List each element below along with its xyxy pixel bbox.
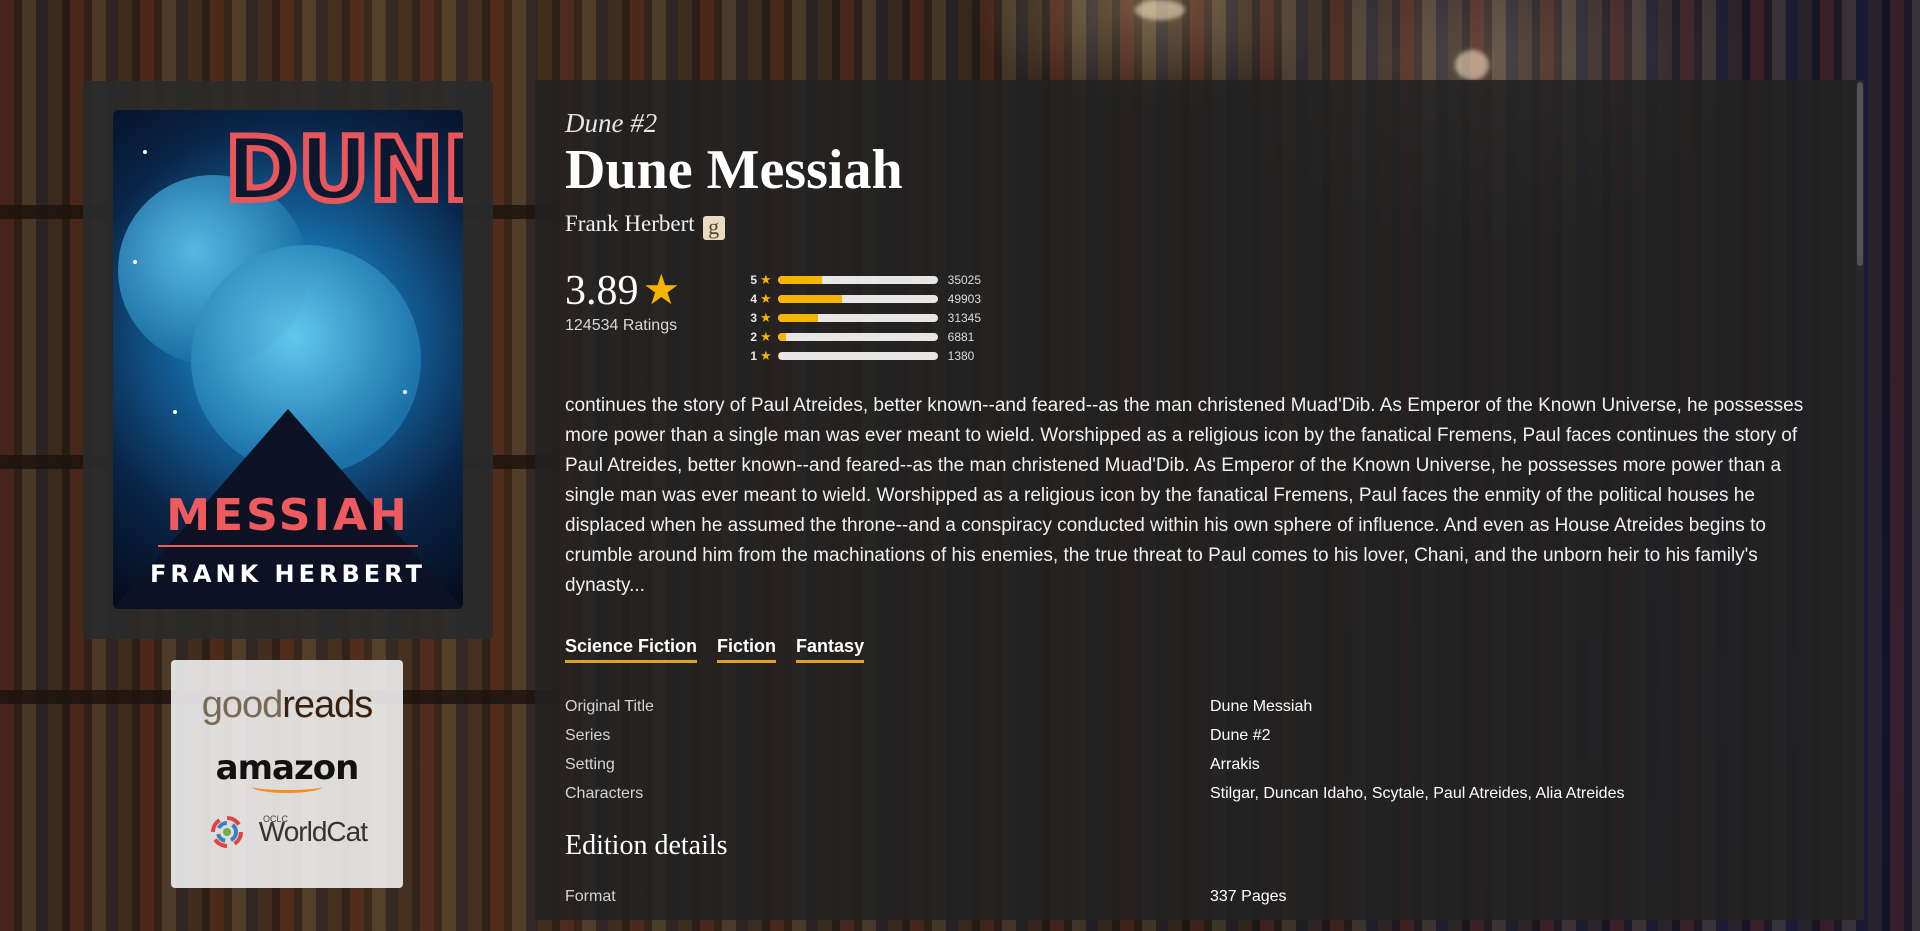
goodreads-link[interactable]: goodreads	[171, 684, 403, 727]
light-bulb	[1455, 50, 1489, 80]
rating-bar-fill	[777, 332, 787, 341]
rating-distribution: 5 ★ 35025 4 ★ 49903 3 ★ 31345 2 ★ 6881 1 ★ 1380	[747, 270, 1007, 365]
edition-details-table: Format 337 Pages	[565, 882, 1825, 911]
scrollbar-track[interactable]	[1856, 80, 1864, 920]
star-icon: ★	[760, 309, 772, 325]
detail-value: Arrakis	[1210, 755, 1260, 773]
detail-value: Dune #2	[1210, 726, 1271, 744]
detail-value: Stilgar, Duncan Idaho, Scytale, Paul Atr…	[1210, 784, 1625, 802]
genre-tag[interactable]: Fantasy	[796, 636, 865, 663]
worldcat-logo-icon	[211, 816, 244, 848]
scrollbar-thumb[interactable]	[1857, 82, 1863, 266]
detail-value: Dune Messiah	[1210, 697, 1313, 715]
genre-list: Science Fiction Fiction Fantasy	[565, 636, 865, 663]
book-title: Dune Messiah	[565, 139, 903, 201]
book-cover-image[interactable]: DUNE MESSIAH FRANK HERBERT	[113, 110, 463, 609]
star-level-count: 6881	[947, 329, 975, 344]
author-name[interactable]: Frank Herbert	[565, 211, 695, 236]
star-level: 5	[750, 272, 757, 287]
cover-title: DUNE	[222, 118, 463, 221]
rating-bar-fill	[777, 294, 842, 303]
detail-label: Format	[565, 887, 616, 905]
star-level: 1	[750, 348, 757, 363]
rating-bar-fill	[777, 275, 823, 284]
author-line: Frank Herbert g	[565, 211, 725, 240]
star-level: 2	[750, 329, 757, 344]
cover-star	[133, 260, 137, 264]
star-level: 4	[750, 291, 757, 306]
cover-rule	[158, 545, 418, 547]
goodreads-author-icon[interactable]: g	[702, 216, 725, 240]
ratings-count: 124534 Ratings	[565, 317, 678, 334]
detail-label: Setting	[565, 755, 615, 773]
detail-row: Format 337 Pages	[565, 882, 1825, 911]
amazon-logo-text: amazon	[215, 748, 360, 788]
detail-row: Characters Stilgar, Duncan Idaho, Scytale…	[565, 779, 1825, 808]
star-icon: ★	[760, 347, 772, 363]
edition-details-heading: Edition details	[565, 830, 728, 861]
worldcat-link[interactable]: OCLC WorldCat	[171, 812, 403, 852]
cover-author: FRANK HERBERT	[150, 560, 426, 588]
star-icon: ★	[760, 328, 772, 344]
star-level-count: 31345	[947, 310, 982, 325]
star-icon: ★	[760, 271, 772, 287]
detail-row: Original Title Dune Messiah	[565, 692, 1825, 721]
genre-tag[interactable]: Science Fiction	[565, 636, 698, 663]
book-description: continues the story of Paul Atreides, be…	[565, 395, 1804, 596]
goodreads-logo-part: good	[201, 684, 284, 726]
rating-bar	[777, 351, 938, 360]
cover-panel: DUNE MESSIAH FRANK HERBERT	[83, 81, 493, 639]
detail-value: 337 Pages	[1210, 887, 1287, 905]
rating-distribution-row: 1 ★ 1380	[747, 346, 1007, 365]
star-icon: ★	[760, 290, 772, 306]
rating-bar	[777, 332, 938, 341]
star-level: 3	[750, 310, 757, 325]
amazon-link[interactable]: amazon	[171, 748, 403, 793]
cover-star	[143, 150, 147, 154]
star-icon: ★	[642, 266, 681, 313]
cover-star	[403, 390, 407, 394]
rating-bar	[777, 313, 938, 322]
book-details-panel: Dune #2 Dune Messiah Frank Herbert g 3.89…	[535, 80, 1864, 920]
rating-distribution-row: 4 ★ 49903	[747, 289, 1007, 308]
detail-row: Setting Arrakis	[565, 750, 1825, 779]
rating-bar	[777, 294, 938, 303]
genre-tag[interactable]: Fiction	[717, 636, 777, 663]
cover-star	[173, 410, 177, 414]
detail-row: Series Dune #2	[565, 721, 1825, 750]
worldcat-oclc-label: OCLC	[263, 814, 289, 824]
store-links-panel: goodreads amazon OCLC WorldCat	[171, 660, 403, 888]
rating-distribution-row: 5 ★ 35025	[747, 270, 1007, 289]
rating-summary: 3.89★ 124534 Ratings	[565, 265, 705, 335]
book-details-table: Original Title Dune Messiah Series Dune #2 S…	[565, 692, 1825, 808]
detail-label: Characters	[565, 784, 644, 802]
average-rating: 3.89	[565, 268, 639, 314]
star-level-count: 49903	[947, 291, 982, 306]
goodreads-logo-part: reads	[282, 684, 373, 726]
detail-label: Original Title	[565, 697, 654, 715]
star-level-count: 35025	[947, 272, 982, 287]
series-label[interactable]: Dune #2	[565, 108, 657, 139]
rating-distribution-row: 3 ★ 31345	[747, 308, 1007, 327]
light-bulb	[1135, 0, 1185, 20]
rating-bar-fill	[777, 351, 780, 360]
detail-label: Series	[565, 726, 611, 744]
cover-subtitle: MESSIAH	[166, 490, 410, 541]
rating-distribution-row: 2 ★ 6881	[747, 327, 1007, 346]
rating-bar-fill	[777, 313, 818, 322]
rating-bar	[777, 275, 938, 284]
star-level-count: 1380	[947, 348, 975, 363]
